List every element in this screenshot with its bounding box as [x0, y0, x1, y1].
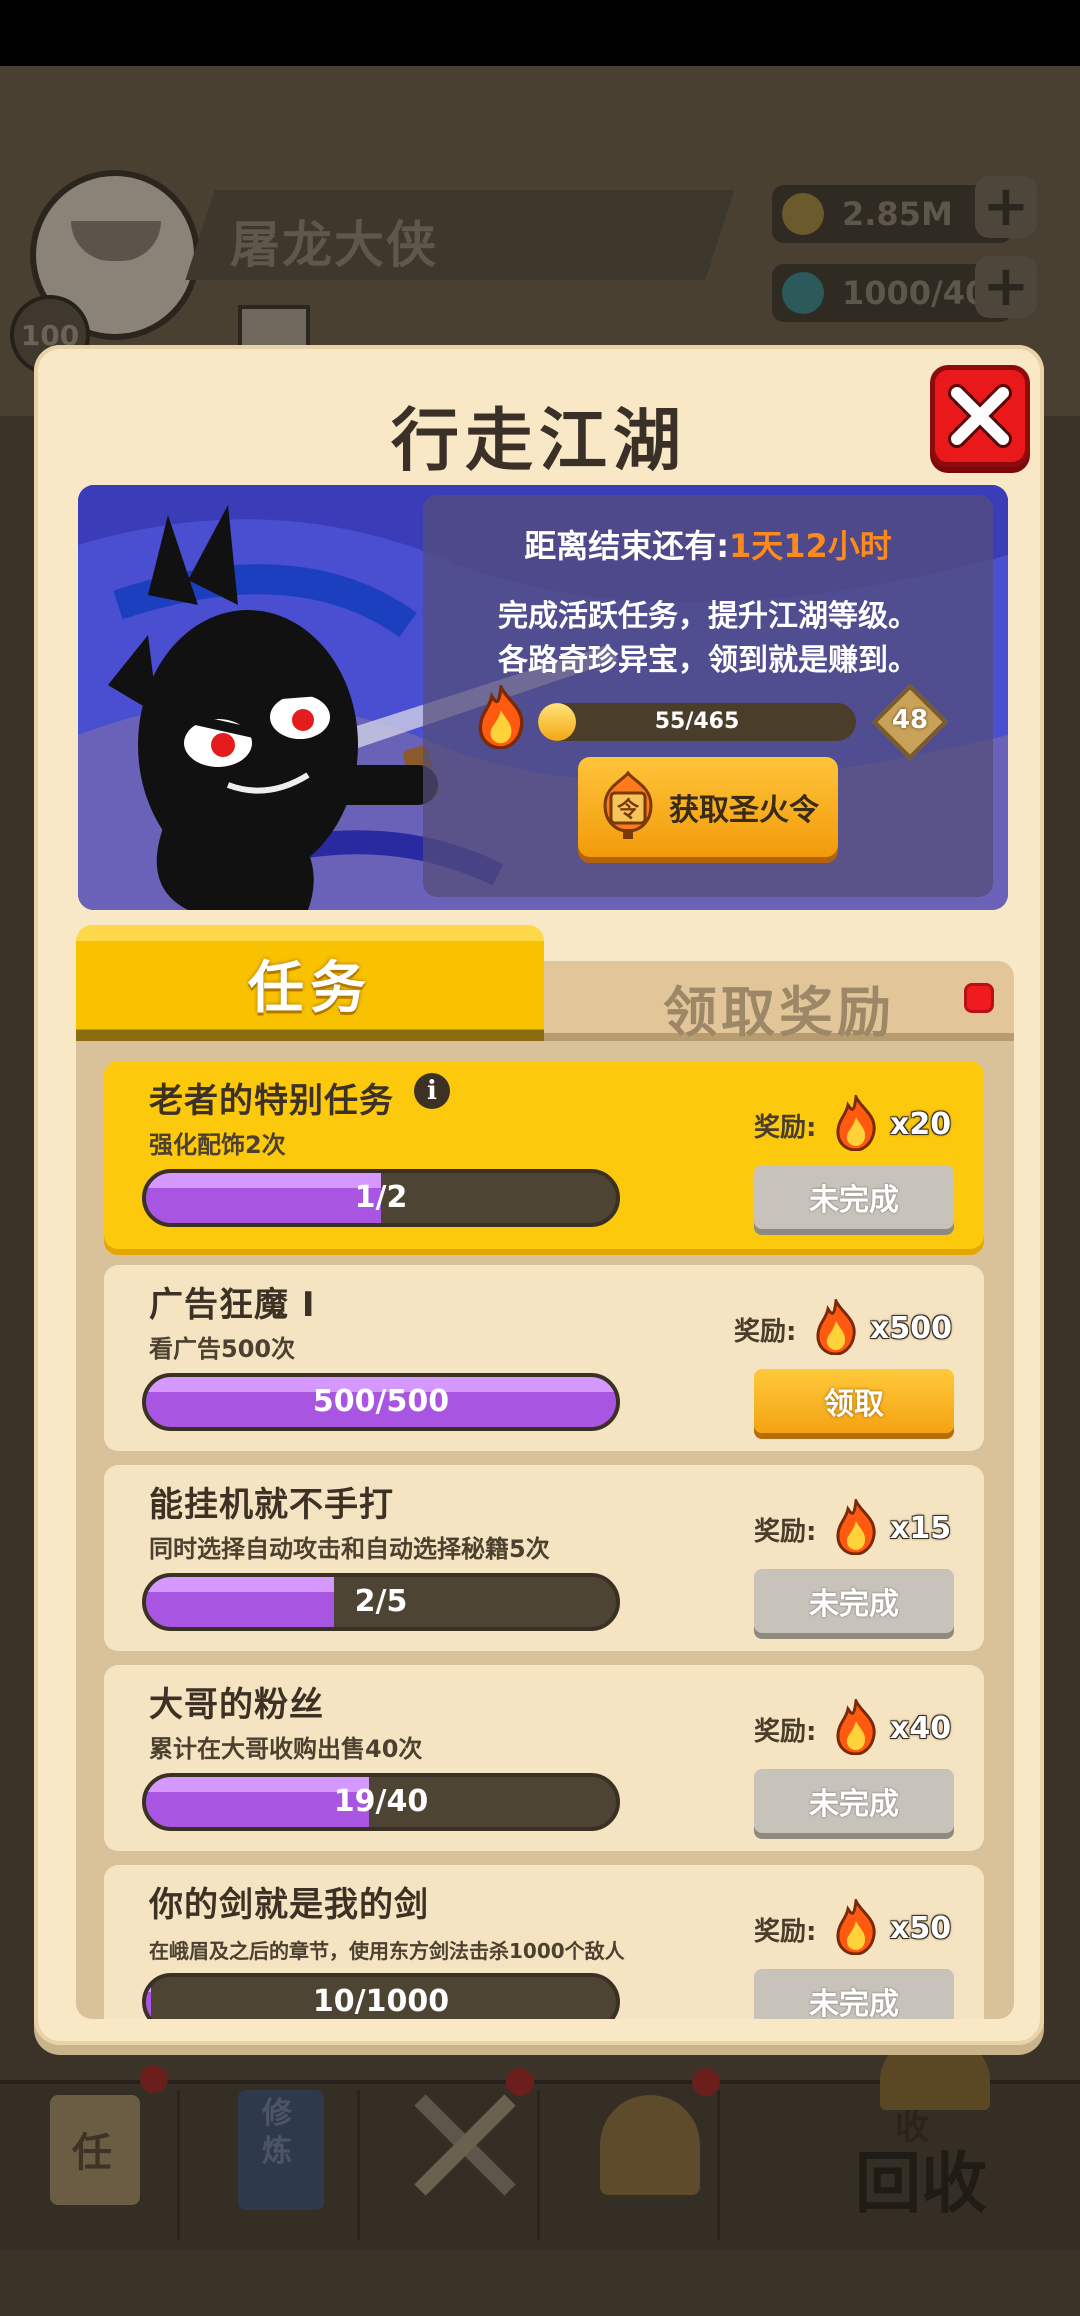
task-status-button[interactable]: 未完成 [754, 1165, 954, 1229]
gem-icon [782, 272, 824, 314]
task-name: 你的剑就是我的剑 [149, 1885, 429, 1925]
get-token-button[interactable]: 令 获取圣火令 [578, 757, 838, 857]
reward-count: x50 [890, 1911, 952, 1946]
add-gem-button[interactable]: + [975, 256, 1037, 318]
reward-label: 奖励: [754, 1517, 817, 1547]
task-name: 老者的特别任务 [149, 1081, 394, 1121]
task-progress-bar: 10/1000 [142, 1973, 620, 2019]
reward-count: x15 [890, 1511, 952, 1546]
close-button[interactable] [930, 365, 1030, 467]
notification-dot [140, 2065, 168, 2093]
task-progress-bar: 500/500 [142, 1373, 620, 1431]
task-progress-bar: 2/5 [142, 1573, 620, 1631]
flame-icon [836, 1899, 876, 1955]
reward-label: 奖励: [754, 1917, 817, 1947]
tab-rewards[interactable]: 领取奖励 [544, 961, 1014, 1044]
task-desc: 强化配饰2次 [149, 1131, 286, 1159]
desc-line-1: 完成活跃任务，提升江湖等级。 [498, 599, 918, 634]
token-icon-char: 令 [617, 797, 640, 823]
task-progress-text: 10/1000 [312, 1984, 450, 2019]
close-icon [948, 384, 1012, 448]
task-desc: 看广告500次 [149, 1335, 296, 1363]
status-bar [0, 0, 1080, 66]
task-desc: 累计在大哥收购出售40次 [149, 1735, 423, 1763]
helmet-icon [600, 2095, 700, 2195]
modal-title: 行走江湖 [390, 402, 687, 481]
xp-progress-bar: 55/465 [538, 703, 856, 741]
task-desc: 在峨眉及之后的章节，使用东方剑法击杀1000个敌人 [149, 1939, 625, 1963]
dock-cultivate-text: 修炼 [262, 2096, 292, 2169]
task-progress-text: 19/40 [333, 1784, 429, 1819]
tab-tasks[interactable]: 任务 [76, 925, 544, 1041]
task-desc: 同时选择自动攻击和自动选择秘籍5次 [149, 1535, 550, 1563]
task-card: 大哥的粉丝 累计在大哥收购出售40次 19/40 奖励: x40 未完成 [104, 1665, 984, 1851]
reward-label: 奖励: [754, 1717, 817, 1747]
add-gold-button[interactable]: + [975, 176, 1037, 238]
event-banner: 距离结束还有:1天12小时 完成活跃任务，提升江湖等级。 各路奇珍异宝，领到就是… [78, 485, 1008, 910]
task-list[interactable]: 老者的特别任务 i 强化配饰2次 1/2 奖励: x20 未完成 广告狂魔 I … [76, 1041, 1014, 2019]
xp-progress-text: 55/465 [654, 709, 740, 734]
get-token-label: 获取圣火令 [669, 793, 819, 828]
task-name: 能挂机就不手打 [149, 1485, 394, 1525]
jianghu-modal: 行走江湖 距离结束还有:1天12小时 完成活跃任务，提升江湖等级。 各路奇珍异宝… [34, 345, 1044, 2045]
info-icon[interactable]: i [414, 1073, 450, 1109]
gold-coin-icon [782, 193, 824, 235]
gold-value: 2.85M [842, 195, 953, 233]
reward-label: 奖励: [754, 1113, 817, 1143]
task-card: 你的剑就是我的剑 在峨眉及之后的章节，使用东方剑法击杀1000个敌人 10/10… [104, 1865, 984, 2019]
task-name: 大哥的粉丝 [149, 1685, 324, 1725]
player-name: 屠龙大侠 [230, 216, 438, 274]
task-progress-text: 500/500 [312, 1384, 450, 1419]
task-card: 老者的特别任务 i 强化配饰2次 1/2 奖励: x20 未完成 [104, 1061, 984, 1249]
claim-button[interactable]: 领取 [754, 1369, 954, 1433]
reward-count: x500 [870, 1311, 952, 1346]
task-progress-bar: 19/40 [142, 1773, 620, 1831]
flame-icon [836, 1095, 876, 1151]
task-status-button[interactable]: 未完成 [754, 1569, 954, 1633]
task-progress-bar: 1/2 [142, 1169, 620, 1227]
recycle-button[interactable]: 回收 [855, 2130, 987, 2226]
event-info-panel: 距离结束还有:1天12小时 完成活跃任务，提升江湖等级。 各路奇珍异宝，领到就是… [423, 495, 993, 897]
task-card: 能挂机就不手打 同时选择自动攻击和自动选择秘籍5次 2/5 奖励: x15 未完… [104, 1465, 984, 1651]
task-status-button[interactable]: 未完成 [754, 1769, 954, 1833]
rewards-notification-dot [964, 983, 994, 1013]
event-level: 48 [891, 705, 929, 735]
crossed-swords-icon [414, 2094, 516, 2196]
flame-icon [836, 1699, 876, 1755]
task-progress-text: 1/2 [354, 1180, 408, 1215]
flame-icon [816, 1299, 856, 1355]
countdown-label: 距离结束还有: [524, 527, 729, 565]
tab-rewards-label: 领取奖励 [663, 980, 895, 1044]
countdown-value: 1天12小时 [729, 527, 892, 565]
gem-value: 1000/40 [842, 274, 988, 312]
flame-icon [836, 1499, 876, 1555]
notification-dot [692, 2068, 720, 2096]
notification-dot [506, 2068, 534, 2096]
task-name: 广告狂魔 I [149, 1285, 316, 1325]
task-status-button[interactable]: 未完成 [754, 1969, 954, 2019]
event-description: 完成活跃任务，提升江湖等级。 各路奇珍异宝，领到就是赚到。 [423, 595, 993, 683]
countdown: 距离结束还有:1天12小时 [423, 521, 993, 567]
task-card: 广告狂魔 I 看广告500次 500/500 奖励: x500 领取 [104, 1265, 984, 1451]
reward-label: 奖励: [734, 1317, 797, 1347]
dock-task-text: 任 [72, 2130, 112, 2176]
token-icon: 令 [603, 771, 653, 839]
reward-count: x40 [890, 1711, 952, 1746]
reward-count: x20 [890, 1107, 952, 1142]
tab-tasks-label: 任务 [248, 955, 372, 1021]
flame-icon [478, 685, 524, 749]
task-progress-text: 2/5 [354, 1584, 408, 1619]
desc-line-2: 各路奇珍异宝，领到就是赚到。 [498, 643, 918, 678]
